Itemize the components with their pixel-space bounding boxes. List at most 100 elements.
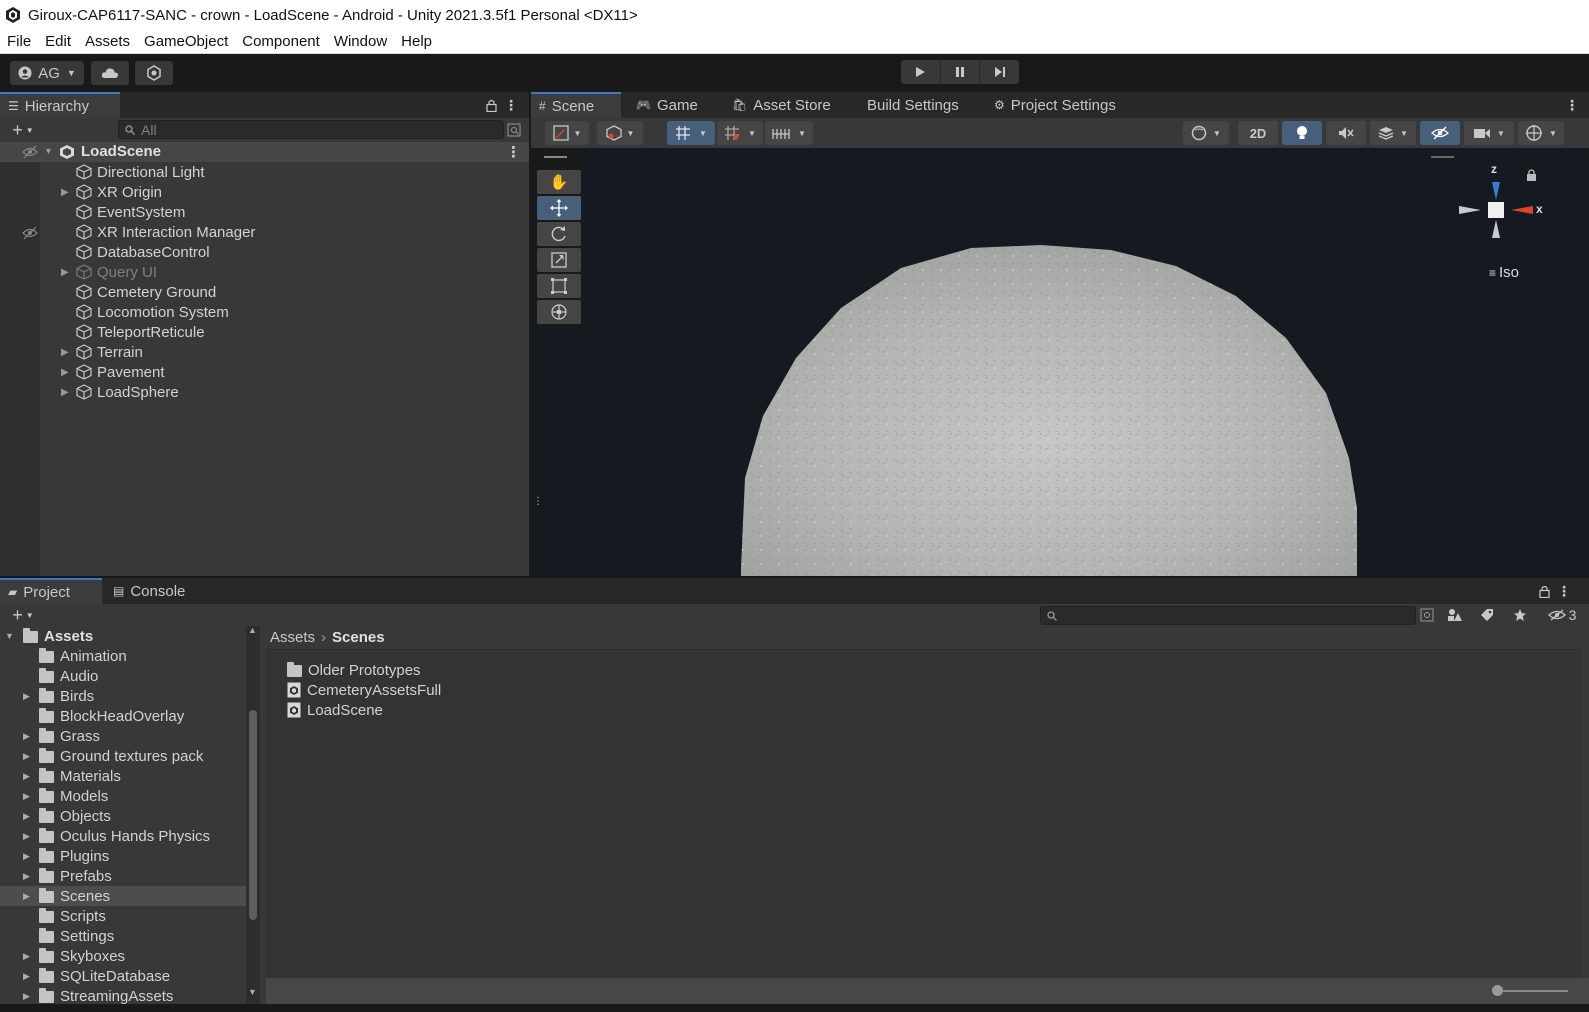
- tree-item[interactable]: ▶ Oculus Hands Physics: [0, 826, 246, 846]
- file-item-scene[interactable]: LoadScene: [287, 700, 383, 720]
- menu-help[interactable]: Help: [394, 33, 439, 50]
- tree-item-assets[interactable]: ▼ Assets: [0, 626, 246, 646]
- expand-arrow-icon[interactable]: ▶: [23, 811, 30, 822]
- tree-item[interactable]: Animation: [0, 646, 246, 666]
- expand-arrow-icon[interactable]: ▶: [23, 971, 30, 982]
- tree-item[interactable]: ▶ Birds: [0, 686, 246, 706]
- expand-arrow-icon[interactable]: ▶: [23, 731, 30, 742]
- hierarchy-search-input[interactable]: All: [118, 120, 504, 139]
- expand-arrow-icon[interactable]: ▶: [23, 831, 30, 842]
- collab-button[interactable]: [135, 61, 173, 85]
- hierarchy-item[interactable]: ▶ Terrain: [0, 342, 529, 362]
- breadcrumb-root[interactable]: Assets: [270, 629, 315, 646]
- expand-arrow-icon[interactable]: ▶: [23, 691, 30, 702]
- breadcrumb-current[interactable]: Scenes: [332, 629, 385, 646]
- tree-item[interactable]: ▶ Scenes: [0, 886, 246, 906]
- expand-arrow-icon[interactable]: ▶: [61, 387, 71, 398]
- tree-item[interactable]: ▶ Skyboxes: [0, 946, 246, 966]
- add-object-button[interactable]: + ▼: [6, 120, 40, 140]
- file-item-scene[interactable]: CemeteryAssetsFull: [287, 680, 441, 700]
- hierarchy-item[interactable]: XR Interaction Manager: [0, 222, 529, 242]
- hierarchy-item[interactable]: ▶ Pavement: [0, 362, 529, 382]
- lock-icon[interactable]: [482, 96, 500, 114]
- menu-component[interactable]: Component: [235, 33, 327, 50]
- scrollbar-thumb[interactable]: [249, 710, 257, 920]
- expand-arrow-icon[interactable]: ▶: [23, 891, 30, 902]
- scene-viewport[interactable]: ✋ ⋮ z x ≡ Iso: [531, 148, 1589, 576]
- search-by-type-icon[interactable]: [1418, 606, 1436, 624]
- tree-item[interactable]: ▶ Objects: [0, 806, 246, 826]
- ruler-snap-dropdown[interactable]: ▼: [765, 121, 813, 145]
- tree-item[interactable]: Audio: [0, 666, 246, 686]
- expand-arrow-icon[interactable]: ▶: [61, 267, 71, 278]
- scene-search-icon[interactable]: [506, 121, 522, 139]
- tree-item[interactable]: ▶ SQLiteDatabase: [0, 966, 246, 986]
- scale-tool-button[interactable]: [537, 248, 581, 272]
- cloud-button[interactable]: [91, 61, 129, 85]
- project-search-input[interactable]: [1040, 606, 1416, 625]
- audio-toggle[interactable]: [1326, 121, 1366, 145]
- menu-window[interactable]: Window: [327, 33, 394, 50]
- effects-dropdown[interactable]: ▼: [1370, 121, 1416, 145]
- camera-dropdown[interactable]: ▼: [1464, 121, 1514, 145]
- hierarchy-item[interactable]: Directional Light: [0, 162, 529, 182]
- tree-item[interactable]: ▶ Materials: [0, 766, 246, 786]
- hierarchy-item[interactable]: Cemetery Ground: [0, 282, 529, 302]
- tree-item[interactable]: ▶ Models: [0, 786, 246, 806]
- rotate-tool-button[interactable]: [537, 222, 581, 246]
- hierarchy-item[interactable]: EventSystem: [0, 202, 529, 222]
- 2d-toggle[interactable]: 2D: [1238, 121, 1278, 145]
- filter-by-type-icon[interactable]: [1446, 606, 1464, 624]
- lock-icon[interactable]: [1535, 582, 1553, 600]
- grid-snap-dropdown[interactable]: ▼: [667, 121, 715, 145]
- scene-visibility-toggle[interactable]: [1420, 121, 1460, 145]
- tab-console[interactable]: ▤ Console: [105, 578, 193, 604]
- transform-tool-button[interactable]: [537, 300, 581, 324]
- hidden-eye-icon[interactable]: [22, 226, 38, 240]
- increment-snap-dropdown[interactable]: ▼: [717, 121, 763, 145]
- expand-arrow-icon[interactable]: ▶: [61, 347, 71, 358]
- tree-item[interactable]: ▶ Prefabs: [0, 866, 246, 886]
- tree-item[interactable]: ▶ StreamingAssets: [0, 986, 246, 1005]
- pause-button[interactable]: [941, 60, 981, 84]
- tree-item[interactable]: Scripts: [0, 906, 246, 926]
- draw-mode-dropdown[interactable]: ▼: [545, 121, 589, 145]
- scroll-up-icon[interactable]: ▲: [248, 625, 257, 635]
- rect-tool-button[interactable]: [537, 274, 581, 298]
- tree-item[interactable]: BlockHeadOverlay: [0, 706, 246, 726]
- hierarchy-item[interactable]: ▶ LoadSphere: [0, 382, 529, 402]
- favorite-star-icon[interactable]: [1511, 606, 1529, 624]
- tab-scene[interactable]: # Scene: [531, 92, 621, 118]
- gizmos-dropdown[interactable]: ▼: [1518, 121, 1564, 145]
- tree-item[interactable]: ▶ Plugins: [0, 846, 246, 866]
- hierarchy-item[interactable]: ▶ Query UI: [0, 262, 529, 282]
- tab-game[interactable]: 🎮 Game: [628, 92, 706, 118]
- hidden-eye-icon[interactable]: [22, 145, 38, 159]
- orientation-gizmo[interactable]: z x: [1451, 160, 1543, 250]
- hierarchy-item[interactable]: Locomotion System: [0, 302, 529, 322]
- shading-mode-dropdown[interactable]: ▼: [1183, 121, 1229, 145]
- tree-item[interactable]: ▶ Grass: [0, 726, 246, 746]
- zoom-slider-track[interactable]: [1496, 990, 1568, 992]
- expand-arrow-icon[interactable]: ▶: [23, 851, 30, 862]
- tab-hierarchy[interactable]: ☰ Hierarchy: [0, 92, 120, 118]
- expand-arrow-icon[interactable]: ▶: [23, 791, 30, 802]
- menu-assets[interactable]: Assets: [78, 33, 137, 50]
- gizmo-drag-handle-icon[interactable]: [1431, 156, 1454, 158]
- step-button[interactable]: [980, 60, 1019, 84]
- drag-handle-icon[interactable]: [544, 156, 567, 158]
- lighting-toggle[interactable]: [1282, 121, 1322, 145]
- play-button[interactable]: [901, 60, 941, 84]
- overlay-handle-icon[interactable]: ⋮: [533, 496, 543, 507]
- expand-arrow-icon[interactable]: ▶: [61, 187, 71, 198]
- more-options-icon[interactable]: ⋮: [1557, 582, 1571, 600]
- filter-by-label-icon[interactable]: [1478, 606, 1496, 624]
- menu-gameobject[interactable]: GameObject: [137, 33, 235, 50]
- menu-edit[interactable]: Edit: [38, 33, 78, 50]
- expand-arrow-icon[interactable]: ▶: [23, 991, 30, 1002]
- expand-arrow-icon[interactable]: ▶: [23, 771, 30, 782]
- account-dropdown[interactable]: AG ▼: [10, 61, 84, 85]
- hierarchy-item[interactable]: ▶ XR Origin: [0, 182, 529, 202]
- hand-tool-button[interactable]: ✋: [537, 170, 581, 194]
- hidden-packages-toggle[interactable]: 3: [1540, 606, 1584, 624]
